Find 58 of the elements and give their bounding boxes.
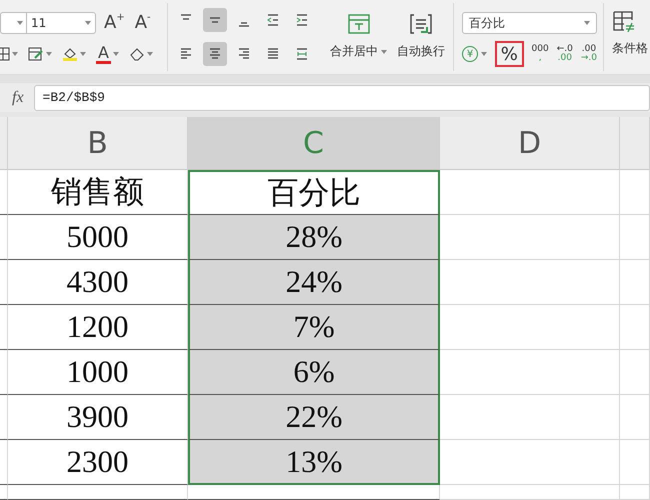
formula-input-field[interactable]: =B2/$B$9 <box>34 84 650 110</box>
dropdown-arrow-icon[interactable] <box>112 52 119 56</box>
font-name-field[interactable] <box>0 12 26 34</box>
distribute-icon <box>296 48 308 60</box>
column-header[interactable]: D <box>440 117 620 170</box>
wrap-button[interactable]: 自动换行 <box>397 9 445 71</box>
align-right-icon <box>238 48 250 60</box>
function-label[interactable]: fx <box>12 88 24 106</box>
thousands-separator-button[interactable]: 000 , <box>532 45 549 63</box>
table-cell: 销售额 <box>8 170 188 215</box>
table-cell: 7% <box>188 305 440 350</box>
align-left-icon <box>180 48 192 60</box>
dropdown-arrow-icon[interactable] <box>17 21 23 25</box>
table-cell: 28% <box>188 215 440 260</box>
table-cell: 13% <box>188 440 440 485</box>
empty-cell <box>620 305 650 350</box>
decrease-decimal-button[interactable]: .00 →.0 <box>580 45 597 63</box>
table-cell: 22% <box>188 395 440 440</box>
percent-button[interactable]: % <box>495 41 524 67</box>
column-header[interactable]: B <box>8 117 188 170</box>
eraser-icon[interactable] <box>128 47 145 61</box>
increase-indent-icon <box>296 14 308 26</box>
table-cell: 24% <box>188 260 440 305</box>
empty-cell <box>620 485 650 500</box>
empty-cell <box>620 350 650 395</box>
dropdown-arrow-icon[interactable] <box>80 52 86 56</box>
paint-bucket-icon[interactable] <box>62 46 78 62</box>
number-format-field[interactable]: 百分比 <box>462 12 597 34</box>
font-color-button[interactable]: A <box>96 44 111 64</box>
table-cell: 6% <box>188 350 440 395</box>
merge-cells-icon <box>346 13 370 35</box>
dropdown-arrow-icon[interactable] <box>584 21 590 25</box>
font-size-field[interactable]: 11 <box>26 12 96 34</box>
dropdown-arrow-icon[interactable] <box>46 52 52 56</box>
increase-decimal-button[interactable]: ←.0 .00 <box>556 45 573 63</box>
justify-icon <box>267 48 279 60</box>
cell-style-icon[interactable] <box>28 47 44 61</box>
increase-font-size-button[interactable]: A$^{+}$ <box>102 13 127 33</box>
empty-cell <box>620 440 650 485</box>
dropdown-arrow-icon[interactable] <box>146 52 153 56</box>
middle-align-button[interactable] <box>203 8 227 32</box>
empty-cell <box>620 395 650 440</box>
decrease-indent-icon <box>267 14 279 26</box>
align-center-icon <box>209 48 221 60</box>
conditional-format-icon <box>612 10 636 32</box>
wrap-text-icon <box>409 13 433 35</box>
conditional-format-button[interactable]: 条件格 <box>612 40 648 57</box>
align-center-button[interactable] <box>203 42 227 66</box>
dropdown-arrow-icon[interactable] <box>481 52 487 56</box>
dropdown-arrow-icon[interactable] <box>381 50 387 54</box>
border-icon[interactable] <box>0 47 10 61</box>
decrease-font-size-button[interactable]: A$^{-}$ <box>132 13 153 33</box>
dropdown-arrow-icon[interactable] <box>85 21 91 25</box>
merge-button[interactable]: 合并居中 <box>330 9 387 71</box>
dropdown-arrow-icon[interactable] <box>12 52 18 56</box>
bottom-align-icon <box>238 22 250 27</box>
empty-cell <box>620 260 650 305</box>
empty-cell <box>620 215 650 260</box>
